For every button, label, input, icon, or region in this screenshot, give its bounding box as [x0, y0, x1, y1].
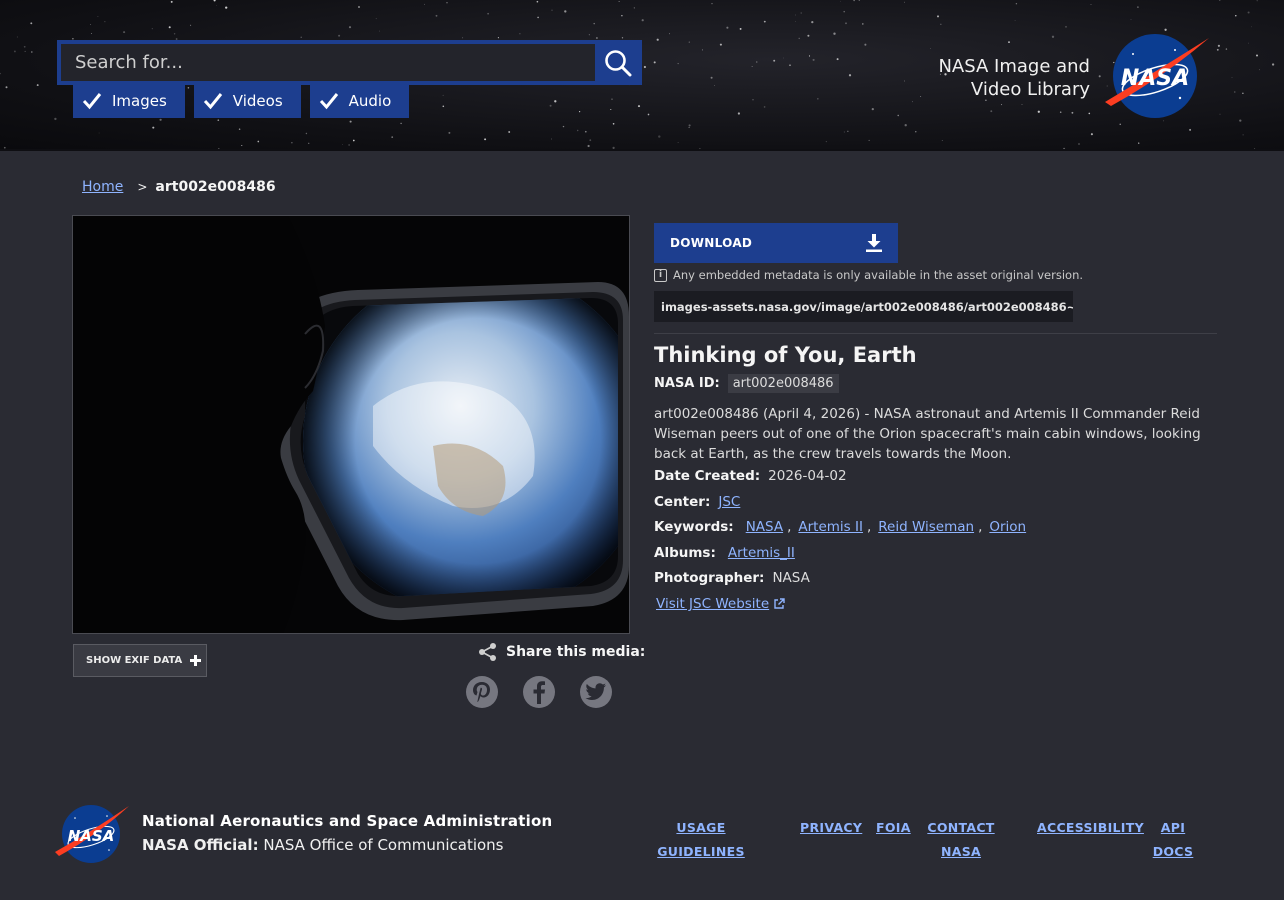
keyword-link[interactable]: Artemis II — [798, 519, 863, 535]
original-url-text: images-assets.nasa.gov/image/art002e0084… — [661, 299, 1073, 314]
plus-icon — [190, 655, 202, 666]
breadcrumb: Home > art002e008486 — [82, 179, 276, 195]
earth-window-photo — [73, 216, 629, 633]
search-bar — [57, 40, 642, 85]
external-link-icon — [774, 598, 785, 609]
albums-label: Albums: — [654, 545, 716, 561]
media-type-filters: Images Videos Audio — [73, 84, 410, 118]
download-icon — [866, 234, 882, 252]
footer-logo-text: NASA — [68, 827, 115, 845]
nasa-id-value: art002e008486 — [727, 374, 839, 393]
footer-usage-guidelines-link[interactable]: USAGE GUIDELINES — [652, 816, 750, 864]
site-title-line1: NASA Image and — [938, 56, 1090, 77]
footer-api-docs-link[interactable]: API DOCS — [1148, 816, 1198, 864]
site-title-line2: Video Library — [970, 79, 1090, 100]
search-input[interactable] — [61, 44, 595, 81]
twitter-icon[interactable] — [580, 676, 612, 708]
footer-contact-nasa-link[interactable]: CONTACT NASA — [922, 816, 1000, 864]
facebook-icon[interactable] — [523, 676, 555, 708]
info-icon: i — [654, 268, 667, 282]
visit-jsc-website-link[interactable]: Visit JSC Website — [656, 596, 769, 612]
filter-audio[interactable]: Audio — [309, 84, 410, 118]
filter-label: Images — [112, 92, 167, 110]
breadcrumb-current: art002e008486 — [155, 179, 276, 195]
center: Center: JSC — [654, 494, 740, 510]
checkmark-icon — [318, 90, 340, 112]
footer-official-value: NASA Office of Communications — [263, 836, 504, 854]
filter-videos[interactable]: Videos — [193, 84, 301, 118]
contact-link-line2: NASA — [940, 844, 981, 859]
share-buttons — [466, 676, 612, 708]
asset-title: Thinking of You, Earth — [654, 343, 917, 367]
footer-org-name: National Aeronautics and Space Administr… — [142, 812, 553, 830]
search-icon — [604, 49, 631, 76]
divider — [654, 333, 1217, 334]
footer-official-label: NASA Official: — [142, 836, 259, 854]
logo-text: NASA — [1121, 66, 1189, 91]
metadata-note: i Any embedded metadata is only availabl… — [654, 268, 1083, 282]
share-icon — [479, 643, 496, 661]
footer-privacy-link[interactable]: PRIVACY — [800, 816, 862, 840]
pinterest-icon[interactable] — [466, 676, 498, 708]
site-header: Images Videos Audio NASA Image and Video… — [0, 0, 1284, 151]
photographer-label: Photographer: — [654, 570, 765, 586]
download-label: DOWNLOAD — [670, 236, 753, 250]
photographer-value: NASA — [772, 570, 810, 586]
center-label: Center: — [654, 494, 711, 510]
contact-link-line1: CONTACT — [927, 820, 995, 835]
date-created: Date Created: 2026-04-02 — [654, 468, 847, 484]
breadcrumb-home-link[interactable]: Home — [82, 179, 123, 195]
exif-button-label: SHOW EXIF DATA — [86, 655, 183, 666]
nasa-id-label: NASA ID: — [654, 376, 720, 391]
footer-foia-link[interactable]: FOIA — [876, 816, 911, 840]
usage-link-line1: USAGE — [676, 820, 726, 835]
api-link-line2: DOCS — [1152, 844, 1194, 859]
keywords-label: Keywords: — [654, 519, 734, 535]
album-link[interactable]: Artemis_II — [728, 545, 795, 561]
filter-images[interactable]: Images — [73, 84, 185, 118]
download-button[interactable]: DOWNLOAD — [654, 223, 898, 263]
visit-center-website: Visit JSC Website — [656, 596, 785, 612]
api-link-line1: API — [1160, 820, 1186, 835]
nasa-id: NASA ID: art002e008486 — [654, 374, 839, 393]
metadata-note-text: Any embedded metadata is only available … — [673, 268, 1084, 282]
usage-link-line2: GUIDELINES — [657, 844, 745, 859]
center-link[interactable]: JSC — [718, 494, 740, 510]
albums: Albums: Artemis_II — [654, 545, 795, 561]
footer-official: NASA Official: NASA Office of Communicat… — [142, 836, 504, 854]
date-created-label: Date Created: — [654, 468, 761, 484]
date-created-value: 2026-04-02 — [768, 468, 847, 484]
nasa-logo[interactable]: NASA — [1105, 32, 1210, 120]
asset-description: art002e008486 (April 4, 2026) - NASA ast… — [654, 406, 1201, 462]
original-url-field[interactable]: images-assets.nasa.gov/image/art002e0084… — [654, 291, 1073, 322]
checkmark-icon — [202, 90, 224, 112]
keyword-link[interactable]: Orion — [989, 519, 1026, 535]
filter-label: Audio — [348, 92, 392, 110]
keywords: Keywords: NASA, Artemis II, Reid Wiseman… — [654, 519, 1027, 535]
filter-label: Videos — [232, 92, 283, 110]
checkmark-icon — [81, 90, 103, 112]
site-title[interactable]: NASA Image and Video Library — [910, 55, 1090, 101]
search-button[interactable] — [595, 42, 640, 83]
share-heading: Share this media: — [478, 642, 645, 662]
keyword-link[interactable]: NASA — [746, 519, 783, 535]
footer-nasa-logo[interactable]: NASA — [55, 802, 130, 864]
show-exif-data-button[interactable]: SHOW EXIF DATA — [73, 644, 207, 677]
breadcrumb-separator: > — [137, 180, 148, 194]
footer-accessibility-link[interactable]: ACCESSIBILITY — [1037, 816, 1144, 840]
share-label: Share this media: — [506, 644, 646, 660]
photographer: Photographer: NASA — [654, 570, 810, 586]
keyword-link[interactable]: Reid Wiseman — [878, 519, 974, 535]
media-image[interactable] — [72, 215, 630, 634]
